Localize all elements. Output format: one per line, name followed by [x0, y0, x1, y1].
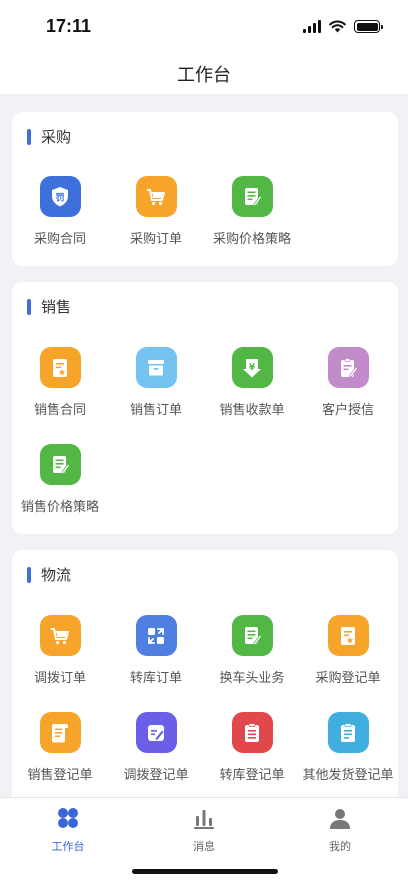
- message-chart-icon: [194, 810, 214, 829]
- contract-star-icon: [327, 615, 369, 656]
- clipboard-edit-icon: [327, 347, 369, 388]
- contract-star-icon: [39, 347, 81, 388]
- status-time: 17:11: [46, 16, 92, 36]
- section-title: 采购: [41, 128, 72, 146]
- document-edit-icon: [231, 176, 273, 217]
- grid-item-label: 销售价格策略: [20, 500, 99, 515]
- grid-item-label: 调拨订单: [33, 671, 86, 686]
- section-header: 物流: [27, 564, 71, 585]
- svg-text:¥: ¥: [249, 363, 256, 373]
- grid-item-customer-credit[interactable]: 客户授信: [300, 347, 396, 418]
- grid-item-label: 转库登记单: [219, 768, 285, 783]
- section-accent-bar: [27, 128, 31, 145]
- section-accent-bar: [27, 566, 31, 583]
- battery-icon: [354, 20, 383, 33]
- transfer-icon: [135, 615, 177, 656]
- grid-item-sales-price-strategy[interactable]: 销售价格策略: [12, 444, 108, 515]
- grid-item-sales-order[interactable]: 销售订单: [108, 347, 204, 418]
- section-header: 销售: [27, 296, 71, 317]
- document-edit-icon: [39, 444, 81, 485]
- grid-item-label: 采购登记单: [315, 671, 381, 686]
- section-sales: 销售 销售合同 销售订单 ¥ 销售收款单 客户授信 销售价格策略: [12, 282, 398, 534]
- grid-item-warehouse-transfer-order[interactable]: 转库订单: [108, 615, 204, 686]
- home-indicator[interactable]: [132, 869, 278, 874]
- grid-item-purchase-price-strategy[interactable]: 采购价格策略: [204, 176, 300, 247]
- workbench-content[interactable]: 采购 罚 采购合同 采购订单 采购价格策略 销售 销售合同 销售订单 ¥ 销售收…: [0, 94, 408, 797]
- grid-item-purchase-registration[interactable]: 采购登记单: [300, 615, 396, 686]
- tab-profile[interactable]: 我的: [300, 806, 380, 854]
- tab-label: 工作台: [51, 840, 85, 853]
- yuan-download-icon: ¥: [231, 347, 273, 388]
- tab-label: 我的: [329, 840, 351, 853]
- scroll-icon: [39, 712, 81, 753]
- grid-item-label: 换车头业务: [219, 671, 285, 686]
- tab-workbench[interactable]: 工作台: [28, 806, 108, 854]
- grid-item-label: 销售订单: [129, 403, 182, 418]
- section-purchase: 采购 罚 采购合同 采购订单 采购价格策略: [12, 112, 398, 266]
- grid-item-sales-registration[interactable]: 销售登记单: [12, 712, 108, 783]
- grid-item-label: 采购订单: [129, 232, 182, 247]
- section-logistics: 物流 调拨订单 转库订单 换车头业务 采购登记单 销售登记单 调拨登记单 转库登…: [12, 550, 398, 797]
- grid-item-label: 客户授信: [321, 403, 374, 418]
- section-accent-bar: [27, 298, 31, 315]
- grid-item-label: 调拨登记单: [123, 768, 189, 783]
- clipboard-list-icon: [231, 712, 273, 753]
- contract-penalty-icon: 罚: [39, 176, 81, 217]
- grid-item-truck-head-swap[interactable]: 换车头业务: [204, 615, 300, 686]
- wifi-icon: [329, 20, 346, 33]
- grid-item-sales-receipt[interactable]: ¥ 销售收款单: [204, 347, 300, 418]
- status-bar: 17:11: [0, 0, 408, 54]
- grid-item-label: 销售收款单: [219, 403, 285, 418]
- grid-item-sales-contract[interactable]: 销售合同: [12, 347, 108, 418]
- section-header: 采购: [27, 126, 71, 147]
- grid-item-transfer-registration[interactable]: 调拨登记单: [108, 712, 204, 783]
- document-edit-icon: [231, 615, 273, 656]
- svg-text:罚: 罚: [55, 192, 64, 203]
- grid-item-label: 销售登记单: [27, 768, 93, 783]
- tab-label: 消息: [193, 840, 215, 853]
- clipboard-check-icon: [327, 712, 369, 753]
- status-icons: [303, 20, 383, 33]
- section-title: 物流: [41, 566, 72, 584]
- tab-messages[interactable]: 消息: [164, 806, 244, 854]
- grid-item-other-shipment-registration[interactable]: 其他发货登记单: [300, 712, 396, 783]
- grid-item-label: 销售合同: [33, 403, 86, 418]
- section-title: 销售: [41, 298, 72, 316]
- grid-item-label: 采购价格策略: [212, 232, 291, 247]
- cart-icon: [135, 176, 177, 217]
- grid-item-purchase-order[interactable]: 采购订单: [108, 176, 204, 247]
- grid-item-label: 其他发货登记单: [302, 768, 394, 783]
- grid-item-purchase-contract[interactable]: 罚 采购合同: [12, 176, 108, 247]
- grid-item-warehouse-transfer-registration[interactable]: 转库登记单: [204, 712, 300, 783]
- workbench-icon: [58, 808, 78, 828]
- grid-item-label: 转库订单: [129, 671, 182, 686]
- cart-icon: [39, 615, 81, 656]
- user-icon: [330, 809, 350, 829]
- nav-bar: 工作台: [0, 54, 408, 94]
- form-edit-icon: [135, 712, 177, 753]
- grid-item-transfer-order[interactable]: 调拨订单: [12, 615, 108, 686]
- grid-item-label: 采购合同: [33, 232, 86, 247]
- page-title: 工作台: [177, 65, 231, 86]
- cellular-signal-icon: [303, 20, 321, 33]
- archive-box-icon: [135, 347, 177, 388]
